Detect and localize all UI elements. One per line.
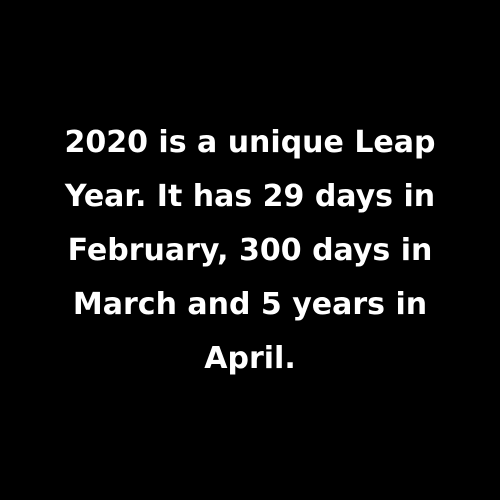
caption-line-3: February, 300 days in (67, 233, 433, 268)
meme-canvas: 2020 is a unique Leap Year. It has 29 da… (0, 0, 500, 500)
caption-line-5: April. (204, 341, 296, 376)
caption-line-1: 2020 is a unique Leap (64, 125, 436, 160)
caption-line-2: Year. It has 29 days in (64, 179, 436, 214)
caption-line-4: March and 5 years in (72, 287, 428, 322)
meme-caption: 2020 is a unique Leap Year. It has 29 da… (0, 116, 500, 386)
